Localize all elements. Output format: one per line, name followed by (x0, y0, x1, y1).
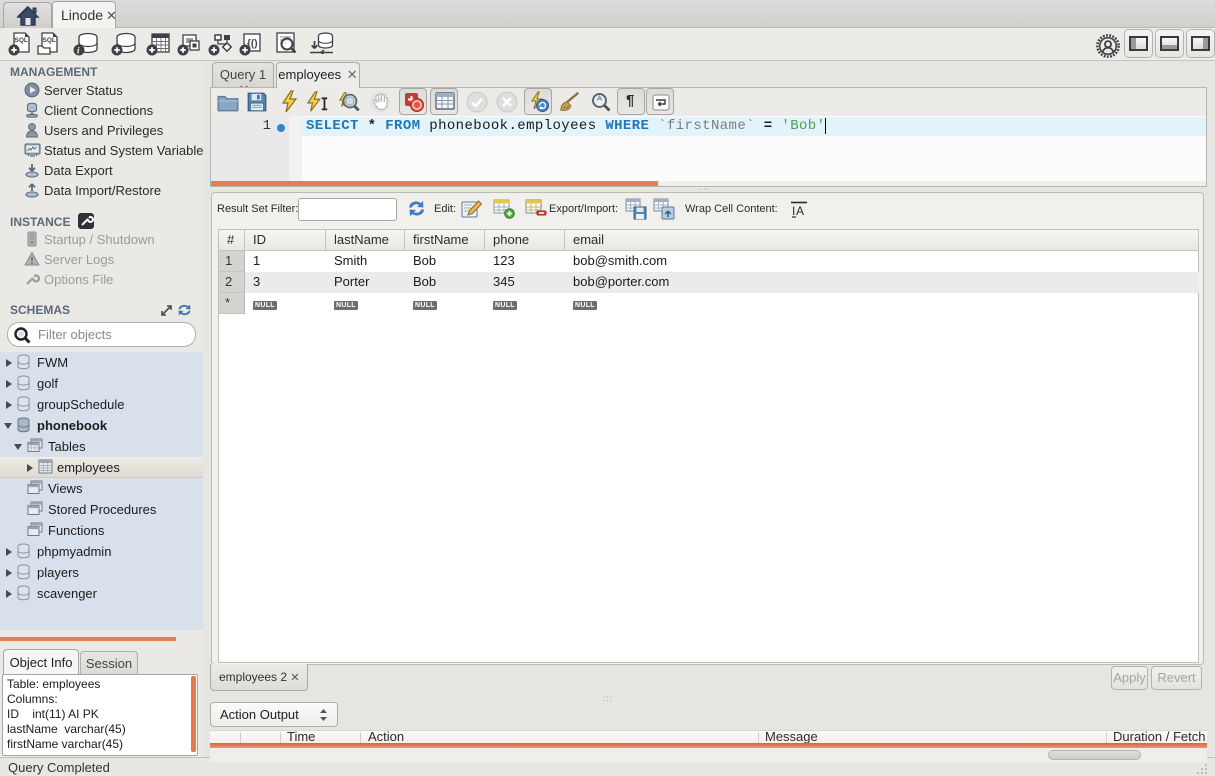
svg-text:A: A (796, 204, 804, 218)
svg-text:SQL: SQL (15, 37, 28, 44)
svg-text:SQL: SQL (43, 37, 56, 44)
svg-text:I: I (792, 204, 795, 218)
